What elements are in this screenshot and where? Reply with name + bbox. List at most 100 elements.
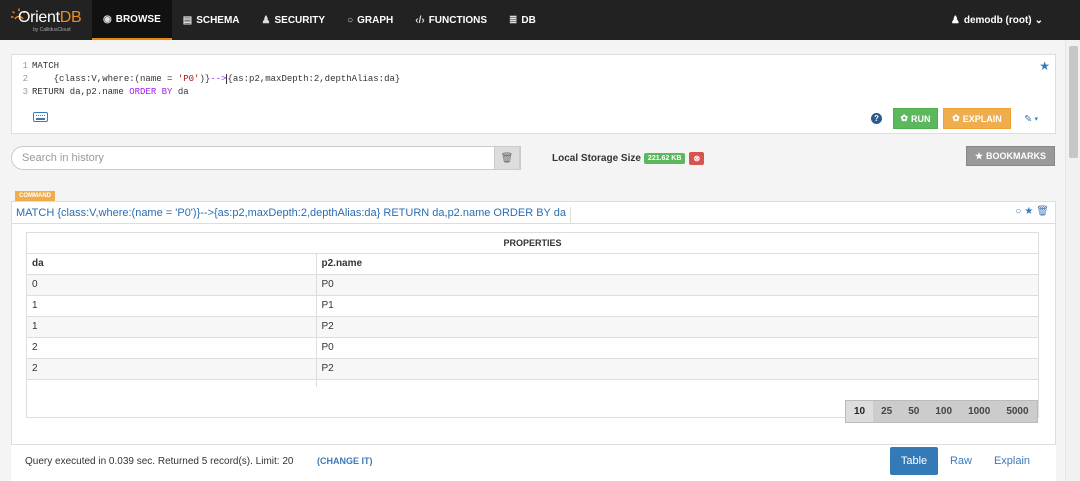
tab-raw[interactable]: Raw [941, 447, 981, 475]
line-number: 2 [22, 74, 28, 84]
cell-da: 2 [27, 337, 317, 359]
storage-size-badge: 221.62 KB [643, 153, 686, 164]
column-header-da[interactable]: da [27, 254, 317, 275]
code-text: RETURN da,p2.name [32, 87, 130, 97]
keyboard-icon[interactable] [33, 112, 48, 122]
settings-dropdown-button[interactable]: ✎ ▾ [1019, 110, 1043, 128]
user-icon: ♟ [950, 14, 960, 26]
code-line-1: 1 MATCH [12, 60, 1012, 73]
table-row[interactable]: 1 P2 [27, 316, 1038, 338]
code-area[interactable]: 1 MATCH 2 {class:V,where:(name = 'P0')}--… [12, 60, 1012, 99]
page-size-5000[interactable]: 5000 [998, 401, 1036, 422]
local-storage-info: Local Storage Size 221.62 KB ⊗ [552, 152, 705, 165]
cell-da: 1 [27, 316, 317, 338]
circle-icon: ○ [347, 14, 354, 26]
query-status: Query executed in 0.039 sec. Returned 5 … [25, 456, 294, 467]
tab-table[interactable]: Table [890, 447, 938, 475]
clear-history-trash-icon[interactable]: 🗑 [494, 146, 520, 170]
storage-label: Local Storage Size [552, 153, 641, 164]
star-icon[interactable]: ★ [1024, 206, 1033, 217]
user-name: demodb (root) [963, 14, 1032, 26]
code-keyword: ORDER BY [129, 87, 173, 97]
run-label: RUN [911, 113, 931, 124]
cell-p2-name: P2 [316, 358, 1038, 380]
page-size-50[interactable]: 50 [900, 401, 927, 422]
bookmark-star-icon[interactable]: ★ [1039, 59, 1050, 73]
code-line-2: 2 {class:V,where:(name = 'P0')}-->{as:p2… [12, 73, 1012, 86]
nav-label: SCHEMA [196, 14, 240, 26]
chevron-down-icon: ⌄ [1034, 14, 1043, 26]
table-row [27, 379, 1038, 387]
code-string: 'P0' [177, 74, 200, 84]
page-size-10[interactable]: 10 [846, 401, 874, 422]
page-size-100[interactable]: 100 [927, 401, 960, 422]
page-size-selector: 10 25 50 100 1000 5000 [845, 400, 1038, 423]
explain-button[interactable]: ✿ EXPLAIN [943, 108, 1011, 129]
code-text: )} [199, 74, 211, 84]
history-search-input[interactable] [22, 150, 492, 166]
column-header-p2-name[interactable]: p2.name [316, 254, 1038, 275]
caret-down-icon: ▾ [1034, 116, 1038, 123]
line-number: 3 [22, 87, 28, 97]
scrollbar-thumb[interactable] [1069, 46, 1078, 158]
cell-p2-name: P0 [316, 337, 1038, 359]
code-text: {class:V,where:(name = [32, 74, 178, 84]
nav-label: BROWSE [115, 13, 161, 25]
eye-icon: ◉ [103, 13, 112, 25]
cell-da: 0 [27, 274, 317, 296]
code-icon: ‹/› [415, 14, 425, 26]
nav-label: GRAPH [357, 14, 394, 26]
code-line-3: 3 RETURN da,p2.name ORDER BY da [12, 86, 1012, 99]
gear-icon: ✿ [900, 113, 909, 123]
tab-explain[interactable]: Explain [985, 447, 1039, 475]
result-footer: Query executed in 0.039 sec. Returned 5 … [11, 444, 1056, 481]
brand-name: OrientDB [18, 9, 82, 26]
command-actions: ○ ★ 🗑 [1015, 206, 1049, 217]
user-menu[interactable]: ♟ demodb (root) ⌄ [951, 0, 1043, 40]
cell-p2-name: P2 [316, 316, 1038, 338]
change-limit-link[interactable]: (CHANGE IT) [317, 456, 373, 466]
help-icon[interactable]: ? [871, 113, 882, 124]
result-table: da p2.name 0 P0 1 P1 1 P2 2 P0 2 P2 [27, 254, 1038, 387]
nav-functions[interactable]: ‹/› FUNCTIONS [404, 0, 498, 40]
star-icon: ★ [974, 150, 984, 161]
history-search: 🗑 [11, 146, 521, 170]
circle-icon[interactable]: ○ [1015, 206, 1021, 217]
command-bar: MATCH {class:V,where:(name = 'P0')}-->{a… [11, 201, 1056, 224]
nav-graph[interactable]: ○ GRAPH [336, 0, 404, 40]
table-row[interactable]: 2 P2 [27, 358, 1038, 380]
code-text: MATCH [32, 61, 60, 71]
cell-da: 2 [27, 358, 317, 380]
nav-schema[interactable]: ▤ SCHEMA [172, 0, 251, 40]
command-text[interactable]: MATCH {class:V,where:(name = 'P0')}-->{a… [16, 207, 571, 224]
code-operator: --> [210, 74, 227, 84]
nav-browse[interactable]: ◉ BROWSE [92, 0, 172, 40]
table-row[interactable]: 0 P0 [27, 274, 1038, 296]
line-number: 1 [22, 61, 28, 71]
result-table-container: PROPERTIES da p2.name 0 P0 1 P1 1 P2 2 P0 2 P2 10… [26, 232, 1039, 423]
orientdb-logo[interactable]: OrientDB by CallidusCloud [0, 0, 92, 40]
brand-subtitle: by CallidusCloud [33, 27, 71, 33]
nav-db[interactable]: ≣ DB [498, 0, 547, 40]
empty-cell [27, 379, 317, 387]
code-text: {as:p2,maxDepth:2,depthAlias:da} [226, 74, 401, 84]
trash-icon[interactable]: 🗑 [1036, 206, 1049, 217]
clear-storage-icon[interactable]: ⊗ [689, 152, 705, 165]
table-icon: ▤ [182, 14, 193, 26]
table-row[interactable]: 2 P0 [27, 337, 1038, 359]
page-scrollbar[interactable] [1065, 40, 1080, 481]
empty-cell [316, 379, 1038, 387]
code-text: da [172, 87, 189, 97]
database-icon: ≣ [509, 14, 518, 26]
table-header-row: da p2.name [27, 254, 1038, 275]
nav-label: DB [521, 14, 536, 26]
nav-label: FUNCTIONS [428, 14, 488, 26]
page-size-25[interactable]: 25 [873, 401, 900, 422]
run-button[interactable]: ✿ RUN [893, 108, 938, 129]
cell-da: 1 [27, 295, 317, 317]
table-row[interactable]: 1 P1 [27, 295, 1038, 317]
nav-security[interactable]: ♟ SECURITY [251, 0, 337, 40]
page-size-1000[interactable]: 1000 [960, 401, 998, 422]
bookmarks-button[interactable]: ★ BOOKMARKS [966, 146, 1055, 166]
user-icon: ♟ [261, 14, 271, 26]
